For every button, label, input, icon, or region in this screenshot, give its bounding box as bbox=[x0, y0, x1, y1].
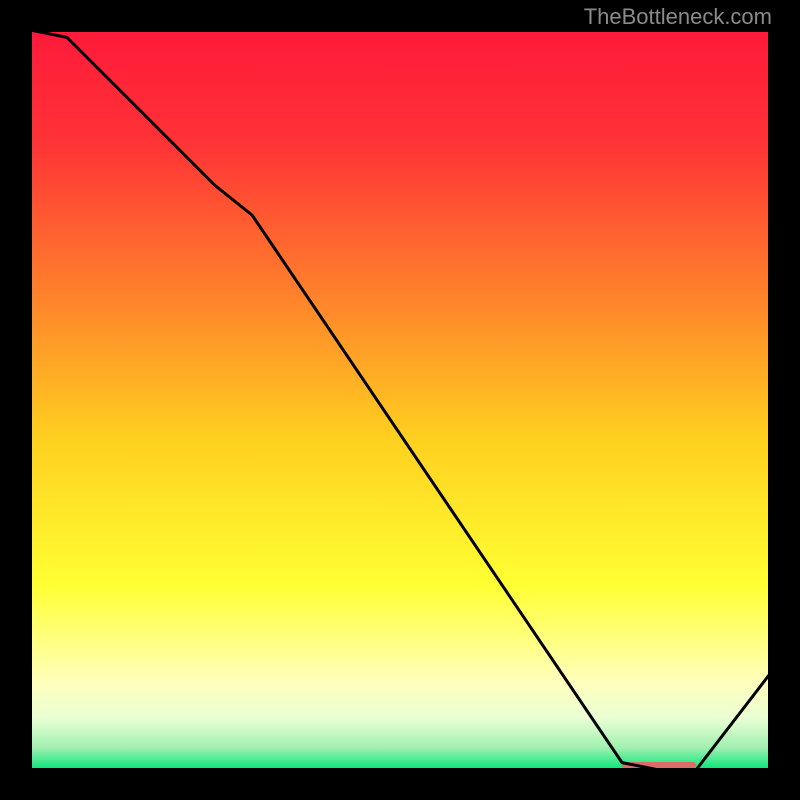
chart-background bbox=[30, 30, 770, 770]
chart-plot-area bbox=[30, 30, 770, 770]
attribution-text: TheBottleneck.com bbox=[584, 4, 772, 30]
bottleneck-chart bbox=[30, 30, 770, 770]
